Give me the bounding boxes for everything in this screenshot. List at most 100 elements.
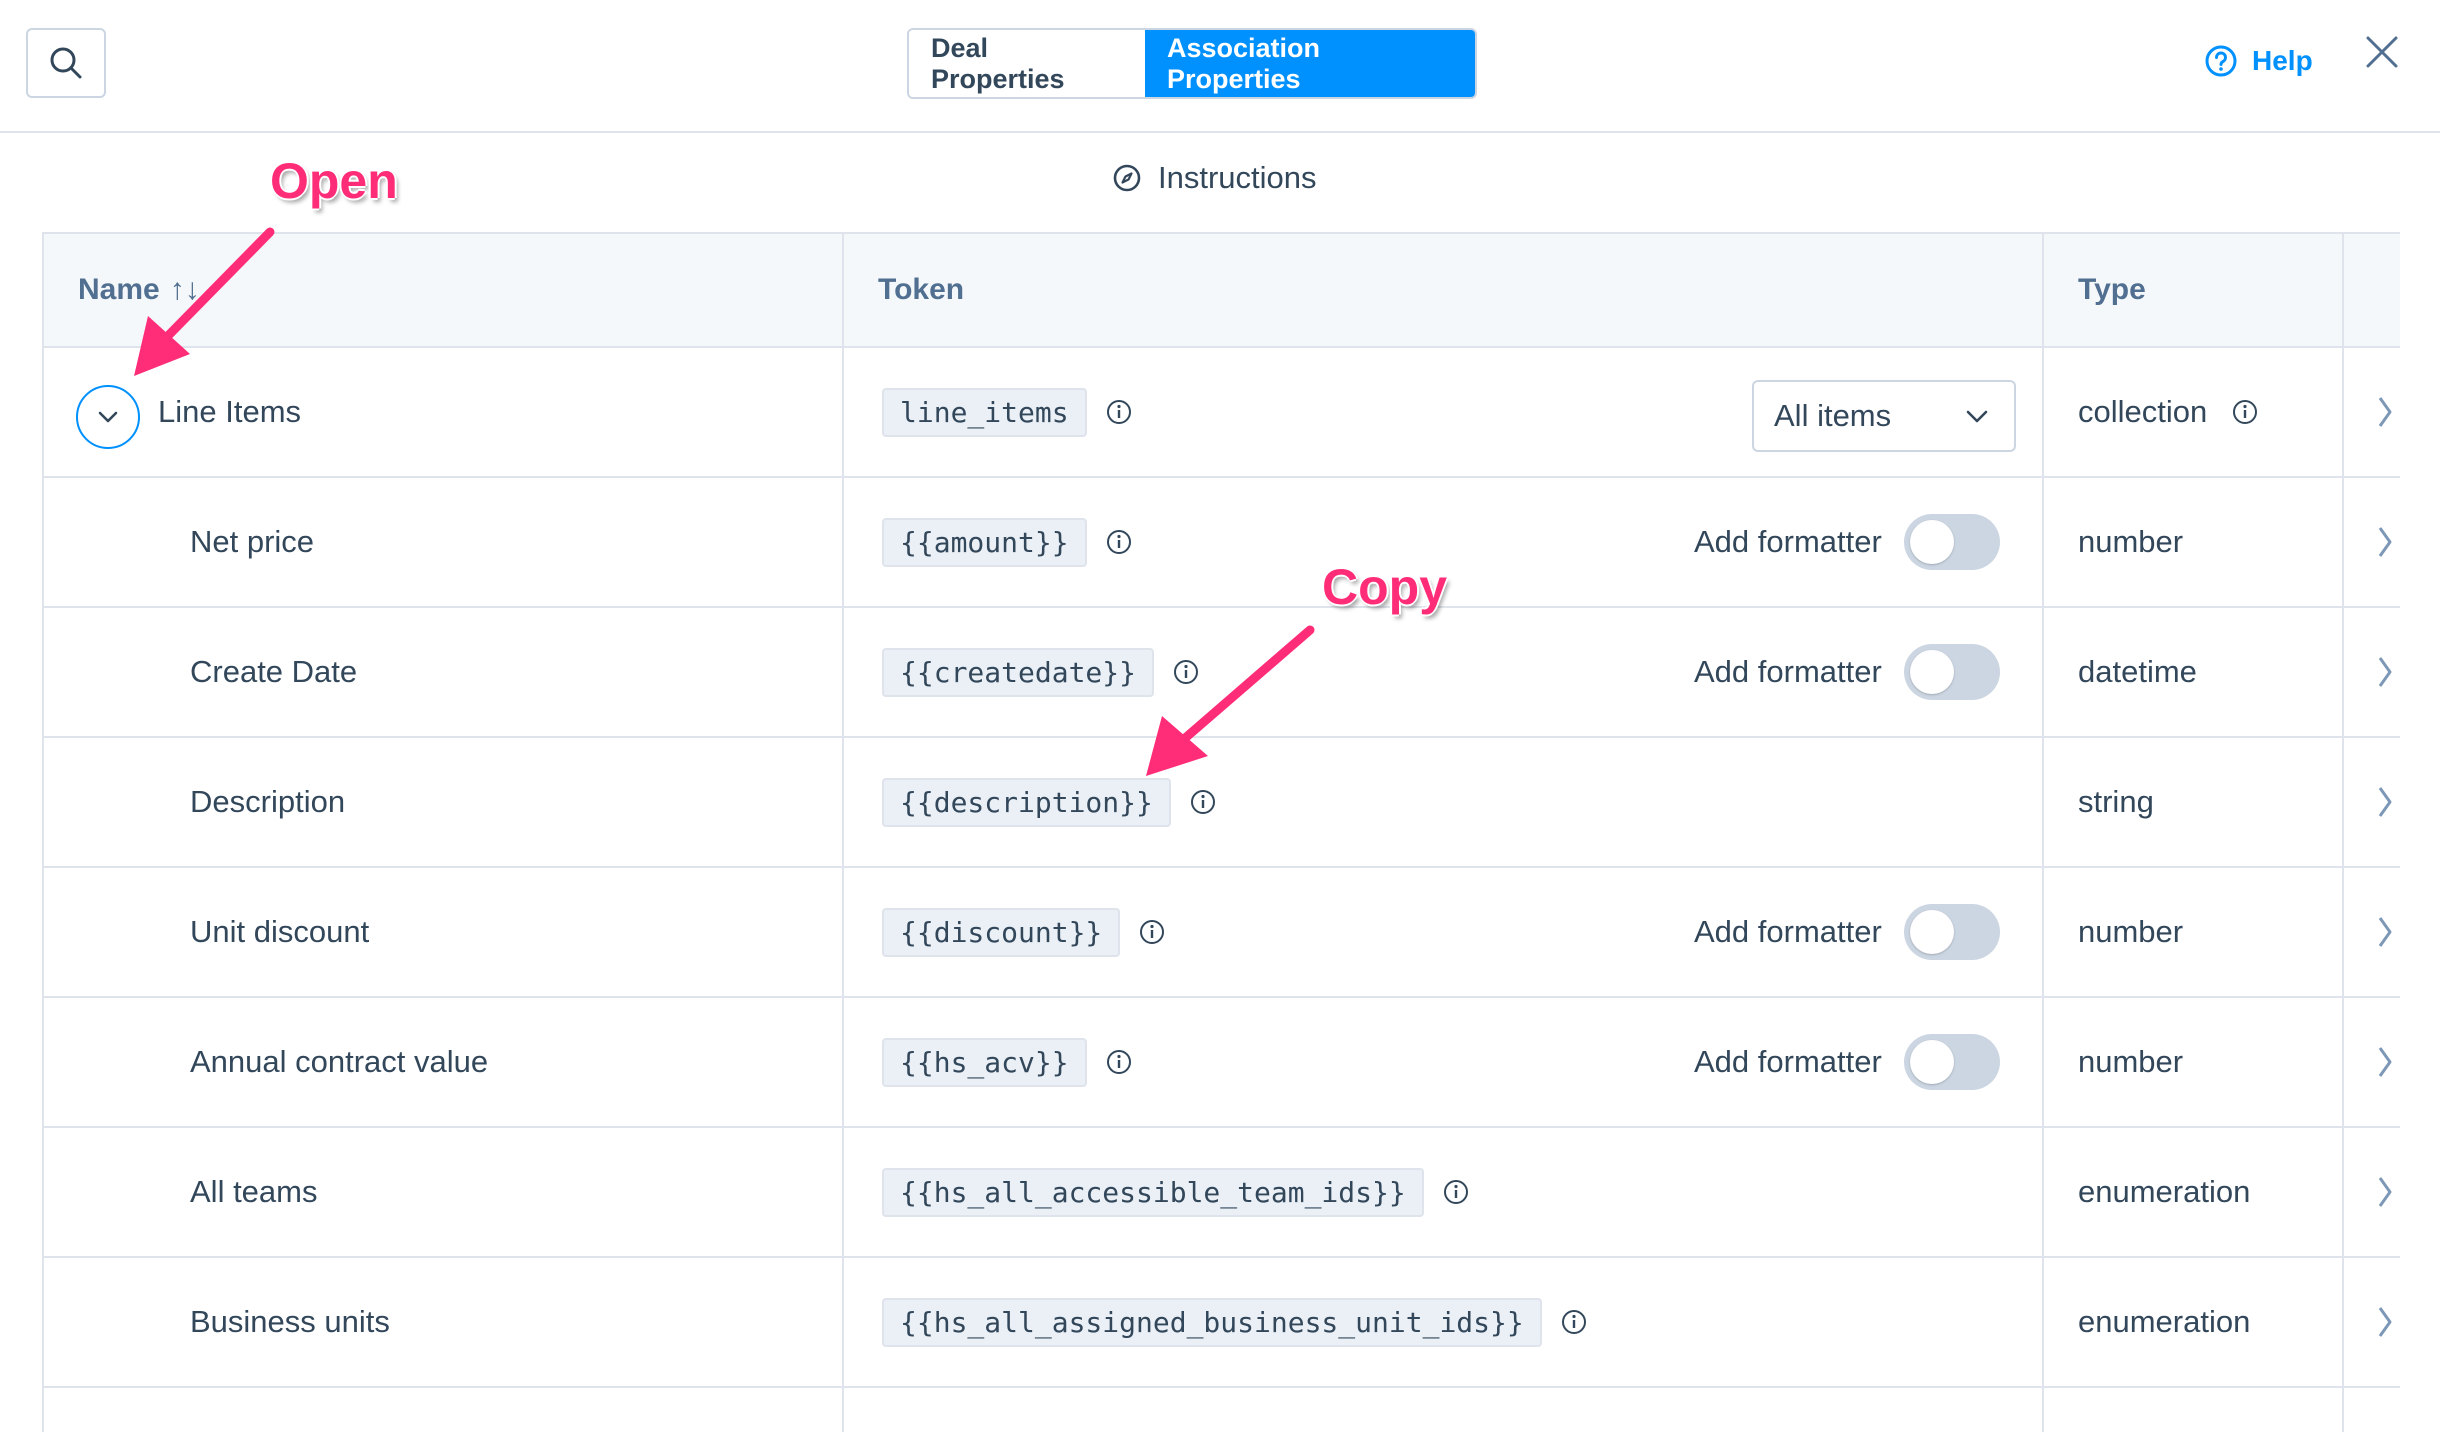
sort-icon[interactable]: ↑↓: [170, 273, 200, 307]
row-action[interactable]: [2376, 738, 2400, 866]
copy-action-icon[interactable]: [2376, 1042, 2400, 1082]
annotation-copy: Copy: [1322, 559, 1447, 615]
token-chip[interactable]: {{description}}: [882, 777, 1171, 827]
formatter-toggle[interactable]: [1903, 904, 2000, 960]
instructions-label: Instructions: [1158, 160, 1317, 195]
formatter-cell: Add formatter: [1694, 478, 2000, 606]
type-label: datetime: [2078, 654, 2197, 689]
info-icon[interactable]: [1172, 658, 1200, 686]
formatter-label: Add formatter: [1694, 654, 1882, 689]
token-chip[interactable]: {{hs_all_assigned_business_unit_ids}}: [882, 1297, 1542, 1347]
toggle-knob: [1909, 1040, 1954, 1084]
help-link[interactable]: Help: [2204, 44, 2313, 78]
type-label: string: [2078, 784, 2154, 819]
row-action[interactable]: [2376, 1128, 2400, 1256]
table-row: Business units {{hs_all_assigned_busines…: [44, 1258, 2400, 1388]
row-name: Business units: [190, 1304, 390, 1339]
formatter-toggle[interactable]: [1903, 514, 2000, 570]
column-header-token: Token: [878, 273, 965, 306]
tab-association-properties[interactable]: Association Properties: [1145, 30, 1475, 97]
column-header-type: Type: [2078, 273, 2146, 306]
row-name: All teams: [190, 1174, 318, 1209]
formatter-label: Add formatter: [1694, 914, 1882, 949]
formatter-toggle[interactable]: [1903, 1034, 2000, 1090]
copy-action-icon[interactable]: [2376, 392, 2400, 432]
token-chip[interactable]: {{hs_all_accessible_team_ids}}: [882, 1167, 1424, 1217]
token-cell: line_items: [882, 348, 1133, 476]
row-name: Description: [190, 784, 346, 819]
instructions-link[interactable]: Instructions: [1112, 160, 1317, 196]
info-icon[interactable]: [1560, 1308, 1588, 1336]
info-icon[interactable]: [1105, 398, 1133, 426]
help-icon: [2205, 45, 2237, 77]
items-select[interactable]: All items: [1752, 380, 2016, 452]
token-chip[interactable]: {{createdate}}: [882, 647, 1155, 697]
row-name: Net price: [190, 524, 315, 559]
type-label: collection: [2078, 394, 2208, 429]
table-row: Annual contract value {{hs_acv}} Add for…: [44, 998, 2400, 1128]
formatter-label: Add formatter: [1694, 524, 1882, 559]
row-action[interactable]: [2376, 608, 2400, 736]
help-label: Help: [2252, 45, 2313, 76]
compass-icon: [1113, 164, 1141, 192]
table-row: Net price {{amount}} Add formatter numbe…: [44, 478, 2400, 608]
expand-toggle-button[interactable]: [76, 385, 140, 449]
copy-action-icon[interactable]: [2376, 1302, 2400, 1342]
row-action[interactable]: [2376, 348, 2400, 476]
properties-table: Name ↑↓ Token Type Line Items line_items…: [42, 232, 2400, 1432]
annotation-open: Open: [270, 153, 398, 209]
row-action[interactable]: [2376, 868, 2400, 996]
row-action[interactable]: [2376, 998, 2400, 1126]
info-icon[interactable]: [2231, 398, 2259, 426]
row-name: Annual contract value: [190, 1044, 489, 1079]
type-cell: collection: [2078, 348, 2259, 476]
column-header-name[interactable]: Name ↑↓: [78, 234, 200, 346]
type-label: enumeration: [2078, 1174, 2251, 1209]
token-chip[interactable]: {{discount}}: [882, 907, 1121, 957]
table-row: Description {{description}} string: [44, 738, 2400, 868]
table-row: Create Date {{createdate}} Add formatter…: [44, 608, 2400, 738]
table-row: All teams {{hs_all_accessible_team_ids}}…: [44, 1128, 2400, 1258]
table-row-parent: Line Items line_items All items collecti…: [44, 348, 2400, 478]
row-name: Unit discount: [190, 914, 370, 949]
formatter-toggle[interactable]: [1903, 644, 2000, 700]
toggle-knob: [1909, 520, 1954, 564]
token-chip[interactable]: line_items: [882, 387, 1087, 437]
search-icon: [50, 47, 82, 79]
info-icon[interactable]: [1442, 1178, 1470, 1206]
chevron-down-icon: [98, 411, 118, 423]
token-cell: {{hs_all_assigned_business_unit_ids}}: [882, 1258, 1588, 1386]
copy-action-icon[interactable]: [2376, 522, 2400, 562]
info-icon[interactable]: [1189, 788, 1217, 816]
row-action[interactable]: [2376, 1258, 2400, 1386]
table-header: Name ↑↓ Token Type: [44, 232, 2400, 348]
token-cell: {{hs_acv}}: [882, 998, 1133, 1126]
info-icon[interactable]: [1105, 528, 1133, 556]
type-label: number: [2078, 524, 2184, 559]
copy-action-icon[interactable]: [2376, 652, 2400, 692]
toggle-knob: [1909, 910, 1954, 954]
token-chip[interactable]: {{amount}}: [882, 517, 1087, 567]
top-bar: Deal Properties Association Properties H…: [0, 0, 2440, 133]
type-label: number: [2078, 914, 2184, 949]
token-cell: {{hs_all_accessible_team_ids}}: [882, 1128, 1470, 1256]
info-icon[interactable]: [1138, 918, 1166, 946]
token-cell: {{description}}: [882, 738, 1217, 866]
close-icon[interactable]: [2364, 34, 2400, 70]
row-action[interactable]: [2376, 478, 2400, 606]
search-button[interactable]: [26, 28, 106, 98]
formatter-cell: Add formatter: [1694, 998, 2000, 1126]
formatter-cell: Add formatter: [1694, 608, 2000, 736]
info-icon[interactable]: [1105, 1048, 1133, 1076]
toggle-knob: [1909, 650, 1954, 694]
copy-action-icon[interactable]: [2376, 782, 2400, 822]
copy-action-icon[interactable]: [2376, 1172, 2400, 1212]
chevron-down-icon: [1966, 410, 1988, 423]
token-chip[interactable]: {{hs_acv}}: [882, 1037, 1087, 1087]
formatter-label: Add formatter: [1694, 1044, 1882, 1079]
items-select-value: All items: [1774, 398, 1892, 433]
row-name: Create Date: [190, 654, 358, 689]
copy-action-icon[interactable]: [2376, 912, 2400, 952]
type-label: number: [2078, 1044, 2184, 1079]
tab-deal-properties[interactable]: Deal Properties: [909, 30, 1145, 97]
